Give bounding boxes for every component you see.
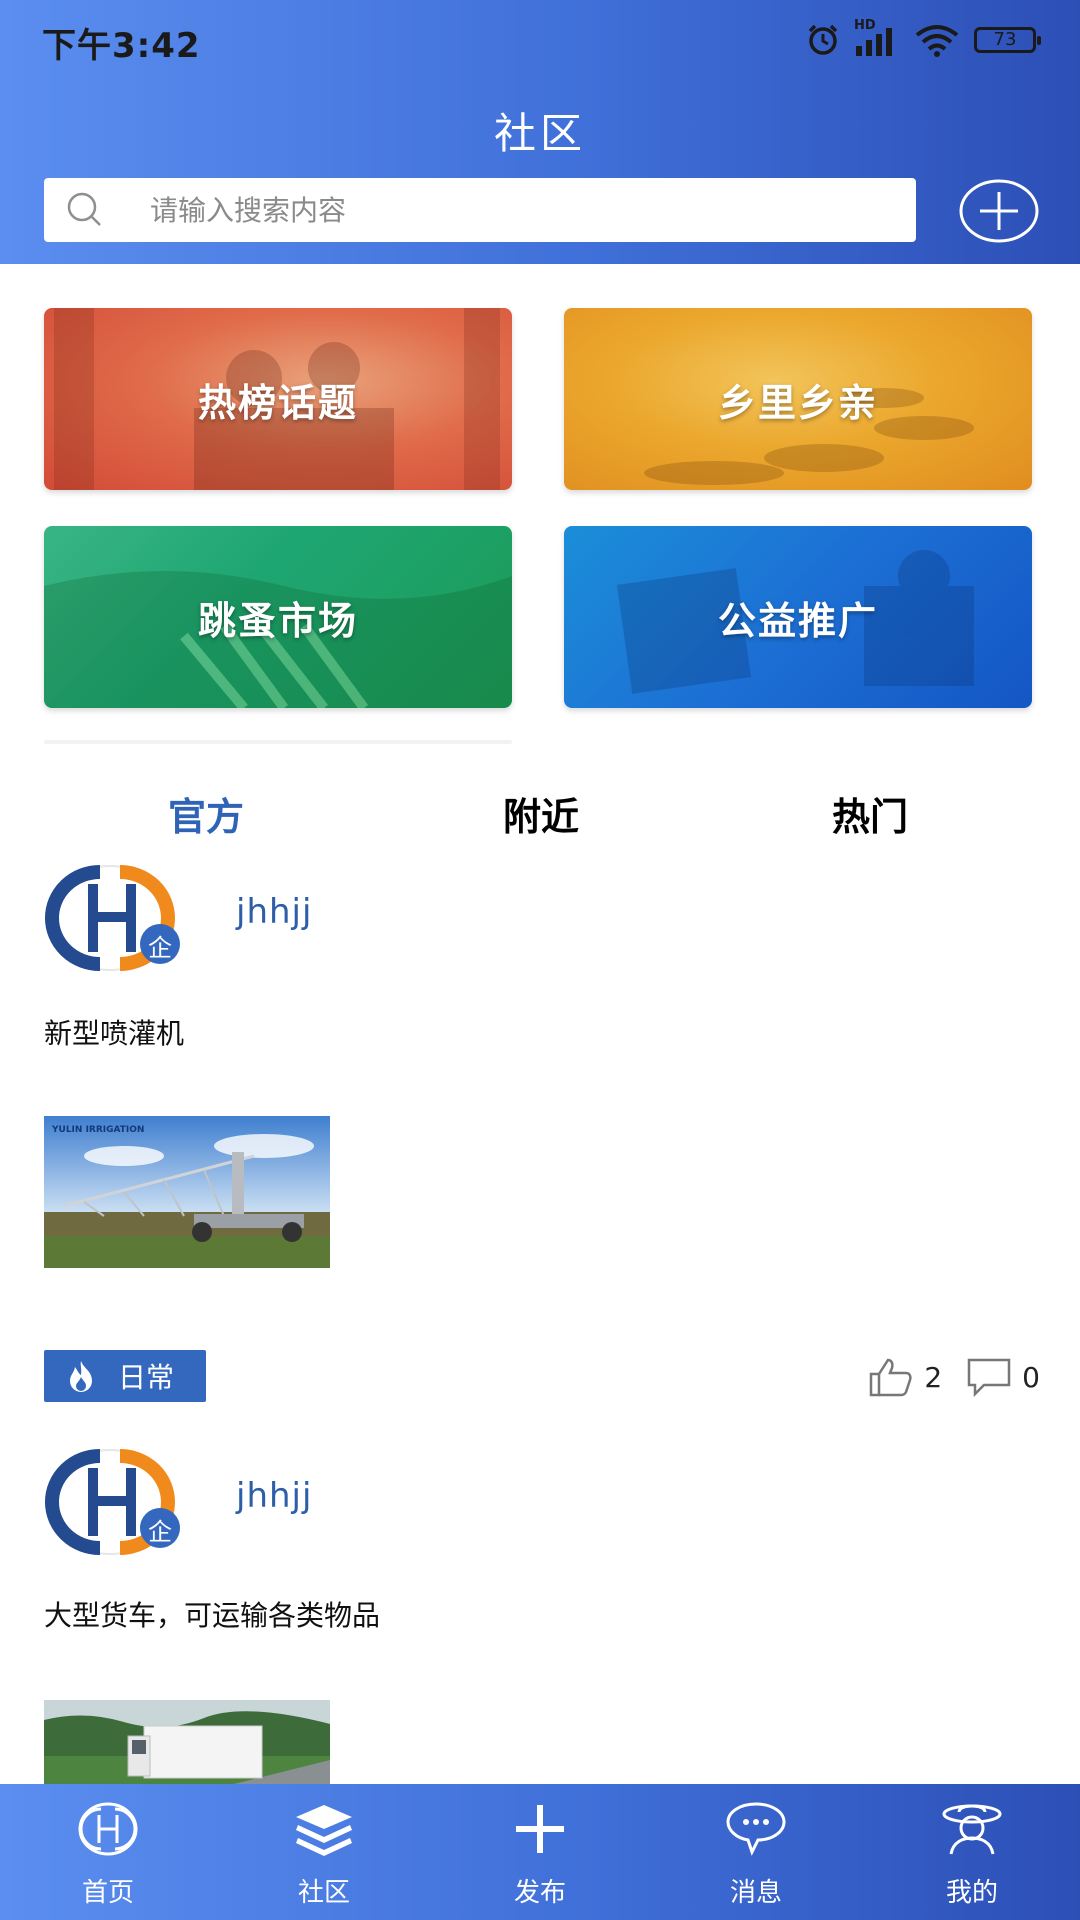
divider (44, 740, 512, 744)
search-box[interactable] (44, 178, 916, 242)
category-label: 热榜话题 (197, 380, 358, 425)
image-caption: YULIN IRRIGATION (51, 1125, 144, 1135)
comment-count: 0 (1022, 1360, 1040, 1394)
fire-icon (70, 1361, 92, 1392)
nav-label: 消息 (729, 1878, 782, 1908)
community-page: 下午3:42 HD 73 社区 请输入搜索内容 热榜话题 乡里乡亲 跳蚤市场 公… (0, 0, 1080, 1920)
enterprise-badge: 企 (148, 1518, 172, 1546)
wifi-icon (915, 25, 959, 57)
feed-tabs: 官方 附近 热门 (0, 786, 1080, 846)
post-username[interactable]: jhhjj (236, 892, 312, 932)
home-logo-icon (78, 1802, 138, 1856)
nav-label: 首页 (81, 1878, 134, 1908)
category-neighbors[interactable]: 乡里乡亲 (564, 308, 1032, 490)
tab-official[interactable]: 官方 (168, 786, 244, 841)
status-icons: HD 73 (806, 18, 1041, 60)
message-icon (726, 1802, 786, 1856)
category-flea-market[interactable]: 跳蚤市场 (44, 526, 512, 708)
category-label: 公益推广 (717, 598, 878, 643)
post-image[interactable]: YULIN IRRIGATION (44, 1116, 330, 1268)
category-label: 乡里乡亲 (717, 380, 878, 425)
like-count: 2 (924, 1360, 943, 1394)
tab-popular[interactable]: 热门 (832, 786, 908, 841)
signal-icon: HD (854, 18, 900, 58)
nav-messages[interactable]: 消息 (648, 1784, 864, 1920)
nav-profile[interactable]: 我的 (864, 1784, 1080, 1920)
header: 下午3:42 HD 73 社区 请输入搜索内容 (0, 0, 1080, 264)
truck-image (44, 1700, 330, 1784)
search-input[interactable] (150, 193, 850, 227)
post-text: 大型货车，可运输各类物品 (44, 1599, 381, 1632)
network-label: HD (854, 18, 876, 33)
bottom-nav: 首页 社区 发布 消息 我的 (0, 1784, 1080, 1920)
status-time: 下午3:42 (42, 26, 201, 66)
nav-community[interactable]: 社区 (216, 1784, 432, 1920)
tab-nearby[interactable]: 附近 (503, 786, 579, 841)
category-public-welfare[interactable]: 公益推广 (564, 526, 1032, 708)
layers-icon (296, 1805, 352, 1856)
post-tag[interactable]: 日常 (44, 1350, 206, 1402)
like-icon[interactable] (868, 1356, 914, 1398)
post-text: 新型喷灌机 (44, 1017, 185, 1050)
alarm-icon (808, 24, 838, 55)
irrigation-machine-image: YULIN IRRIGATION (44, 1116, 330, 1268)
nav-label: 社区 (297, 1878, 350, 1908)
profile-icon (942, 1804, 1002, 1855)
post-username[interactable]: jhhjj (236, 1476, 312, 1516)
comment-icon[interactable] (966, 1357, 1012, 1397)
add-post-button[interactable] (958, 178, 1040, 244)
category-label: 跳蚤市场 (197, 598, 358, 643)
nav-label: 我的 (945, 1878, 998, 1908)
plus-icon (516, 1805, 564, 1853)
post-stats: 2 0 (868, 1354, 1040, 1400)
category-hot-topics[interactable]: 热榜话题 (44, 308, 512, 490)
battery-icon: 73 (974, 27, 1041, 53)
nav-home[interactable]: 首页 (0, 1784, 216, 1920)
nav-publish[interactable]: 发布 (432, 1784, 648, 1920)
page-title: 社区 (493, 109, 586, 158)
enterprise-badge: 企 (148, 934, 172, 962)
nav-label: 发布 (513, 1878, 566, 1908)
post-tag-label: 日常 (118, 1361, 175, 1394)
post-image[interactable] (44, 1700, 330, 1784)
search-icon (67, 192, 101, 226)
